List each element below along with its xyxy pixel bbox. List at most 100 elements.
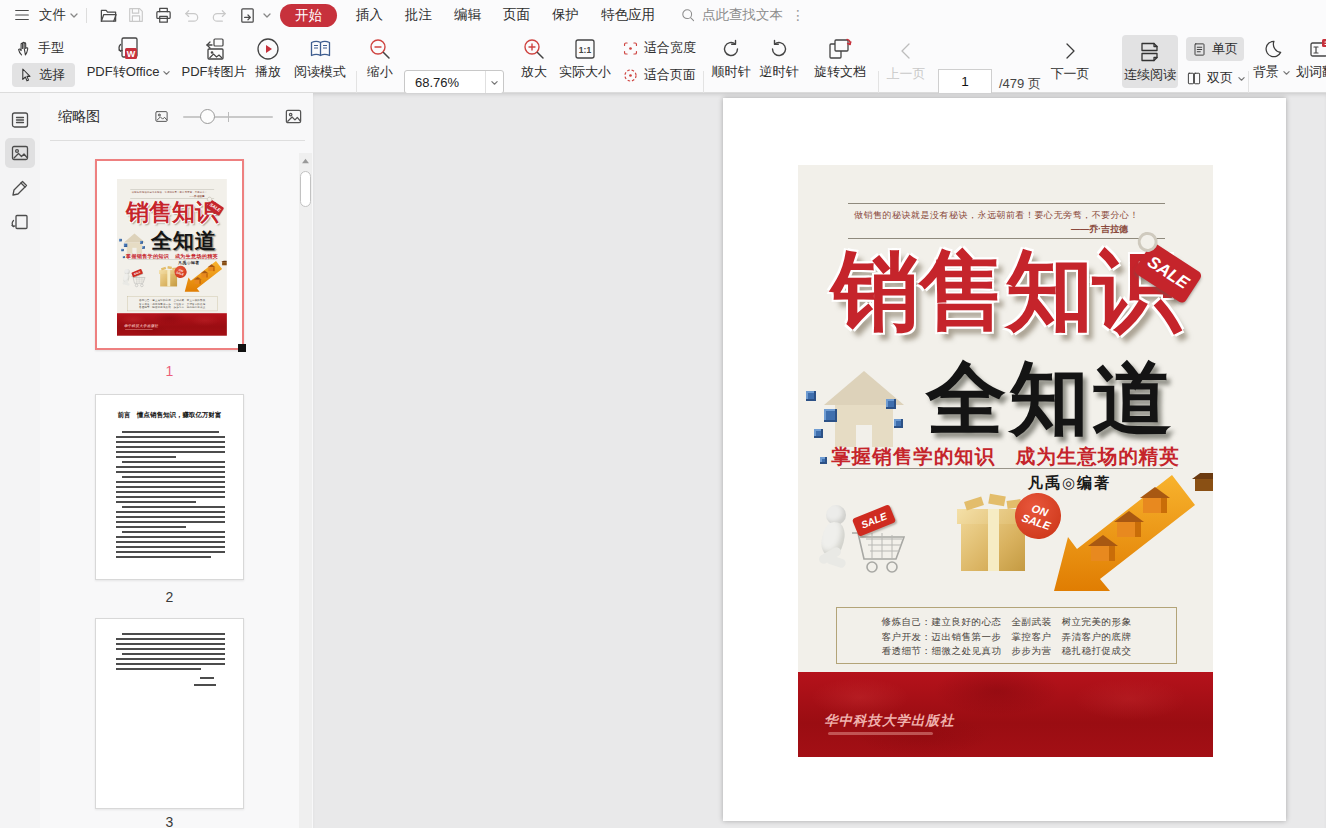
panel-scrollbar-up-arrow[interactable]	[299, 153, 312, 168]
zoom-in-label: 放大	[521, 63, 547, 81]
tab-edit[interactable]: 编辑	[443, 0, 492, 30]
thumbnail-page-1[interactable]: 做销售的秘诀就是没有秘诀，永远朝前看！要心无旁骛，不要分心！ ——乔·吉拉德 销…	[95, 159, 244, 350]
page-number-input[interactable]	[938, 69, 992, 94]
file-menu[interactable]: 文件	[35, 0, 68, 30]
fit-width-button[interactable]: 适合宽度	[622, 39, 696, 57]
thumbnail-resize-handle[interactable]	[238, 344, 246, 352]
thumbnail-panel: 缩略图 做销售的秘诀就是没有秘诀，永远朝前看！要心无旁骛，不要分心！ ——乔·吉…	[40, 93, 313, 828]
hand-icon	[16, 40, 33, 57]
export-convert-icon[interactable]	[233, 0, 261, 30]
undo-icon[interactable]	[177, 0, 205, 30]
translate-icon	[1309, 36, 1326, 62]
thumbnail-cover-mini: 做销售的秘诀就是没有秘诀，永远朝前看！要心无旁骛，不要分心！ ——乔·吉拉德 销…	[117, 179, 227, 336]
double-page-label: 双页	[1207, 69, 1233, 87]
search-more-icon[interactable]: ⋮	[791, 7, 805, 23]
tab-special[interactable]: 特色应用	[590, 0, 666, 30]
play-button[interactable]: 播放	[250, 36, 286, 81]
pdf-to-office-button[interactable]: W PDF转Office	[84, 36, 174, 81]
rotate-ccw-label: 逆时针	[760, 63, 799, 81]
hamburger-menu-icon[interactable]	[8, 0, 35, 30]
zoom-level-combobox[interactable]: 68.76%	[404, 70, 504, 94]
rotate-document-button[interactable]: 旋转文档	[812, 36, 868, 81]
rotate-ccw-button[interactable]: 逆时针	[758, 36, 800, 81]
tab-annotate[interactable]: 批注	[394, 0, 443, 30]
search-box[interactable]: 点此查找文本 ⋮	[680, 6, 805, 24]
play-icon	[256, 36, 280, 62]
tab-protect[interactable]: 保护	[541, 0, 590, 30]
redo-icon[interactable]	[205, 0, 233, 30]
search-icon	[680, 7, 696, 23]
cover-bullet-2: 客户开发：迈出销售第一步 掌控客户 弄清客户的底牌	[837, 630, 1176, 645]
actual-size-button[interactable]: 1:1 实际大小	[556, 36, 614, 81]
tab-page[interactable]: 页面	[492, 0, 541, 30]
thumbnail-size-small-icon[interactable]	[154, 109, 169, 124]
prev-page-button[interactable]: 上一页	[884, 38, 928, 83]
menubar-divider	[86, 8, 87, 23]
background-button[interactable]: 背景	[1252, 36, 1292, 81]
zoom-out-button[interactable]: 缩小	[360, 36, 400, 81]
thumbnail-panel-icon[interactable]	[5, 138, 35, 168]
read-mode-button[interactable]: 阅读模式	[292, 36, 348, 81]
cover-quote-attribution: ——乔·吉拉德	[1071, 223, 1128, 236]
pdf-to-office-icon: W	[116, 36, 142, 62]
thumbnail-panel-title: 缩略图	[58, 108, 100, 126]
save-icon[interactable]	[122, 0, 149, 30]
select-tool-label: 选择	[39, 66, 65, 84]
read-mode-label: 阅读模式	[294, 63, 346, 81]
thumbnail-page-2[interactable]: 前言 懂点销售知识，赚取亿万财富	[95, 394, 244, 580]
thumbnail-page-number-3: 3	[95, 814, 244, 828]
cursor-icon	[18, 67, 34, 83]
select-tool-button[interactable]: 选择	[12, 63, 75, 87]
zoom-combobox-arrow-icon[interactable]	[485, 71, 503, 93]
panel-scrollbar-thumb[interactable]	[300, 171, 311, 207]
pdf-to-image-icon	[201, 36, 227, 62]
prev-page-icon	[896, 38, 916, 64]
pdf-to-image-button[interactable]: PDF转图片	[182, 36, 246, 81]
continuous-reading-button[interactable]: 连续阅读	[1122, 35, 1178, 88]
rotate-document-label: 旋转文档	[814, 63, 866, 81]
zoom-in-button[interactable]: 放大	[514, 36, 554, 81]
quote-bottom-line	[848, 238, 1165, 239]
moon-icon	[1261, 36, 1284, 62]
cover-bullet-1: 修炼自己：建立良好的心态 全副武装 树立完美的形象	[837, 615, 1176, 630]
panel-scrollbar-track[interactable]	[299, 153, 312, 828]
next-page-button[interactable]: 下一页	[1048, 38, 1092, 83]
print-icon[interactable]	[149, 0, 177, 30]
prev-page-label: 上一页	[887, 65, 926, 83]
file-menu-chevron-icon[interactable]	[69, 11, 79, 19]
annotation-panel-icon[interactable]	[5, 173, 35, 203]
thumbnail-page-number-2: 2	[95, 589, 244, 605]
tab-insert[interactable]: 插入	[345, 0, 394, 30]
svg-text:W: W	[127, 49, 136, 59]
thumbnail-page-3[interactable]	[95, 618, 244, 809]
document-page[interactable]: 做销售的秘诀就是没有秘诀，永远朝前看！要心无旁骛，不要分心！ ——乔·吉拉德 销…	[723, 98, 1286, 821]
double-page-button[interactable]: 双页	[1186, 66, 1246, 90]
cover-subtitle: 掌握销售学的知识 成为生意场的精英	[117, 252, 227, 259]
thumbnail-1-cover: 做销售的秘诀就是没有秘诀，永远朝前看！要心无旁骛，不要分心！ ——乔·吉拉德 销…	[117, 179, 227, 336]
cover-quote: 做销售的秘诀就是没有秘诀，永远朝前看！要心无旁骛，不要分心！	[131, 190, 206, 193]
actual-size-label: 实际大小	[559, 63, 611, 81]
open-file-icon[interactable]	[94, 0, 122, 30]
cover-divider-line	[840, 468, 1173, 469]
export-chevron-icon[interactable]	[262, 11, 272, 19]
fit-page-icon	[622, 67, 639, 84]
cover-bullet-box: 修炼自己：建立良好的心态 全副武装 树立完美的形象 客户开发：迈出销售第一步 掌…	[127, 295, 217, 310]
single-page-button[interactable]: 单页	[1186, 37, 1244, 61]
publisher-subline	[124, 329, 152, 330]
tab-start[interactable]: 开始	[280, 4, 337, 27]
export-panel-icon[interactable]	[5, 208, 35, 238]
gift-box-graphic: ONSALE	[951, 491, 1051, 583]
outline-panel-icon[interactable]	[5, 105, 35, 135]
next-page-icon	[1060, 38, 1080, 64]
hand-tool-button[interactable]: 手型	[16, 39, 64, 57]
fit-page-button[interactable]: 适合页面	[622, 66, 696, 84]
thumbnail-size-slider-handle[interactable]	[200, 109, 215, 124]
zoom-out-icon	[368, 36, 392, 62]
cover-publisher-band: 华中科技大学出版社	[117, 313, 227, 335]
publisher-name: 华中科技大学出版社	[123, 323, 158, 328]
thumbnail-size-large-icon[interactable]	[284, 107, 303, 126]
translate-button[interactable]: 划词翻译	[1288, 36, 1326, 81]
cart-figure-graphic: SALE	[818, 505, 923, 590]
next-page-label: 下一页	[1051, 65, 1090, 83]
rotate-cw-button[interactable]: 顺时针	[710, 36, 752, 81]
